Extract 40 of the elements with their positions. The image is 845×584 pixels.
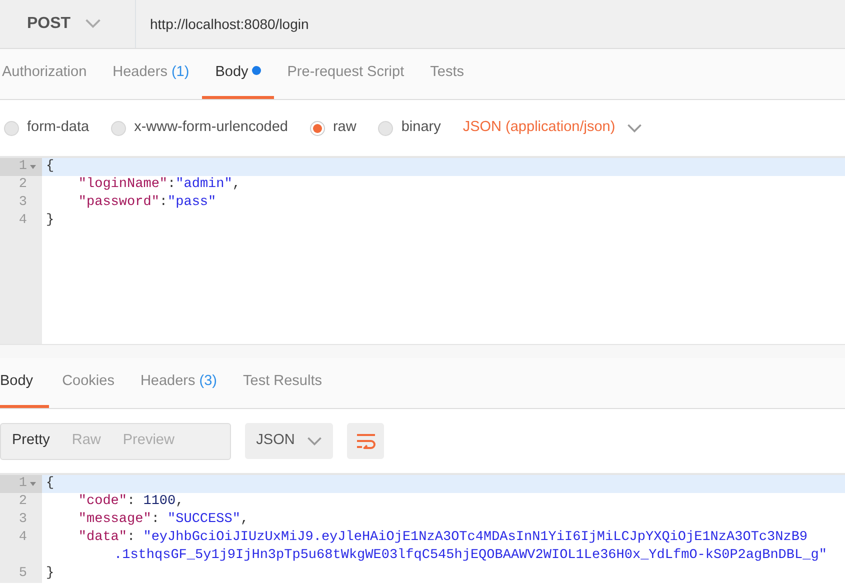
code-line: "password":"pass" <box>77 194 218 212</box>
radio-option[interactable]: x-www-form-urlencoded <box>111 117 288 139</box>
line-number: 2 <box>18 176 27 194</box>
fold-caret-icon[interactable] <box>30 482 36 486</box>
tab[interactable]: Body <box>0 358 50 408</box>
line-number: 3 <box>18 511 27 529</box>
tab[interactable]: Cookies <box>49 358 128 408</box>
chevron-down-icon <box>306 436 322 446</box>
tab[interactable]: Tests <box>417 49 477 99</box>
line-number: 4 <box>18 212 27 230</box>
tab[interactable]: Pre-request Script <box>274 49 418 99</box>
tab[interactable]: Authorization <box>0 49 100 99</box>
code-line: "message": "SUCCESS", <box>77 511 250 529</box>
line-number: 1 <box>18 158 27 176</box>
radio-option[interactable]: binary <box>378 117 441 139</box>
code-line: "loginName":"admin", <box>77 176 242 194</box>
code-line: .1sthqsGF_5y1j9IjHn3pTp5u68tWkgWE03lfqC545hjEQOBAAWV2WIOL1Le36H0x_YdLfmO-kS0P2agBnDBL_g" <box>113 547 828 565</box>
line-number: 2 <box>18 493 27 511</box>
line-number: 3 <box>18 194 27 212</box>
tab[interactable]: Test Results <box>230 358 335 408</box>
format-dropdown[interactable]: JSON <box>245 423 333 459</box>
wrap-lines-button[interactable] <box>347 423 384 459</box>
tab[interactable]: Headers (1) <box>100 49 202 99</box>
fold-caret-icon[interactable] <box>30 165 36 169</box>
line-number: 1 <box>18 475 27 493</box>
code-line: } <box>45 212 56 230</box>
radio-option[interactable]: form-data <box>4 117 90 139</box>
view-mode-tab[interactable]: Pretty <box>1 430 61 452</box>
line-number: 5 <box>18 565 27 583</box>
url-field[interactable]: http://localhost:8080/login <box>136 0 845 48</box>
code-line: "data": "eyJhbGciOiJIUzUxMiJ9.eyJleHAiOjE1NzA3OTc4MDAsInN1YiI6IjMiLCJpYXQiOjE1NzA3OTc3NzB9 <box>77 529 809 547</box>
line-number: 4 <box>18 529 27 547</box>
code-line: } <box>45 565 56 583</box>
tab[interactable]: Body <box>202 49 274 99</box>
radio-option[interactable]: raw <box>310 117 356 139</box>
chevron-down-icon <box>84 19 101 29</box>
tab[interactable]: Headers (3) <box>127 358 230 408</box>
code-line: "code": 1100, <box>77 493 185 511</box>
wrap-lines-icon <box>356 433 376 449</box>
chevron-down-icon <box>627 124 642 132</box>
